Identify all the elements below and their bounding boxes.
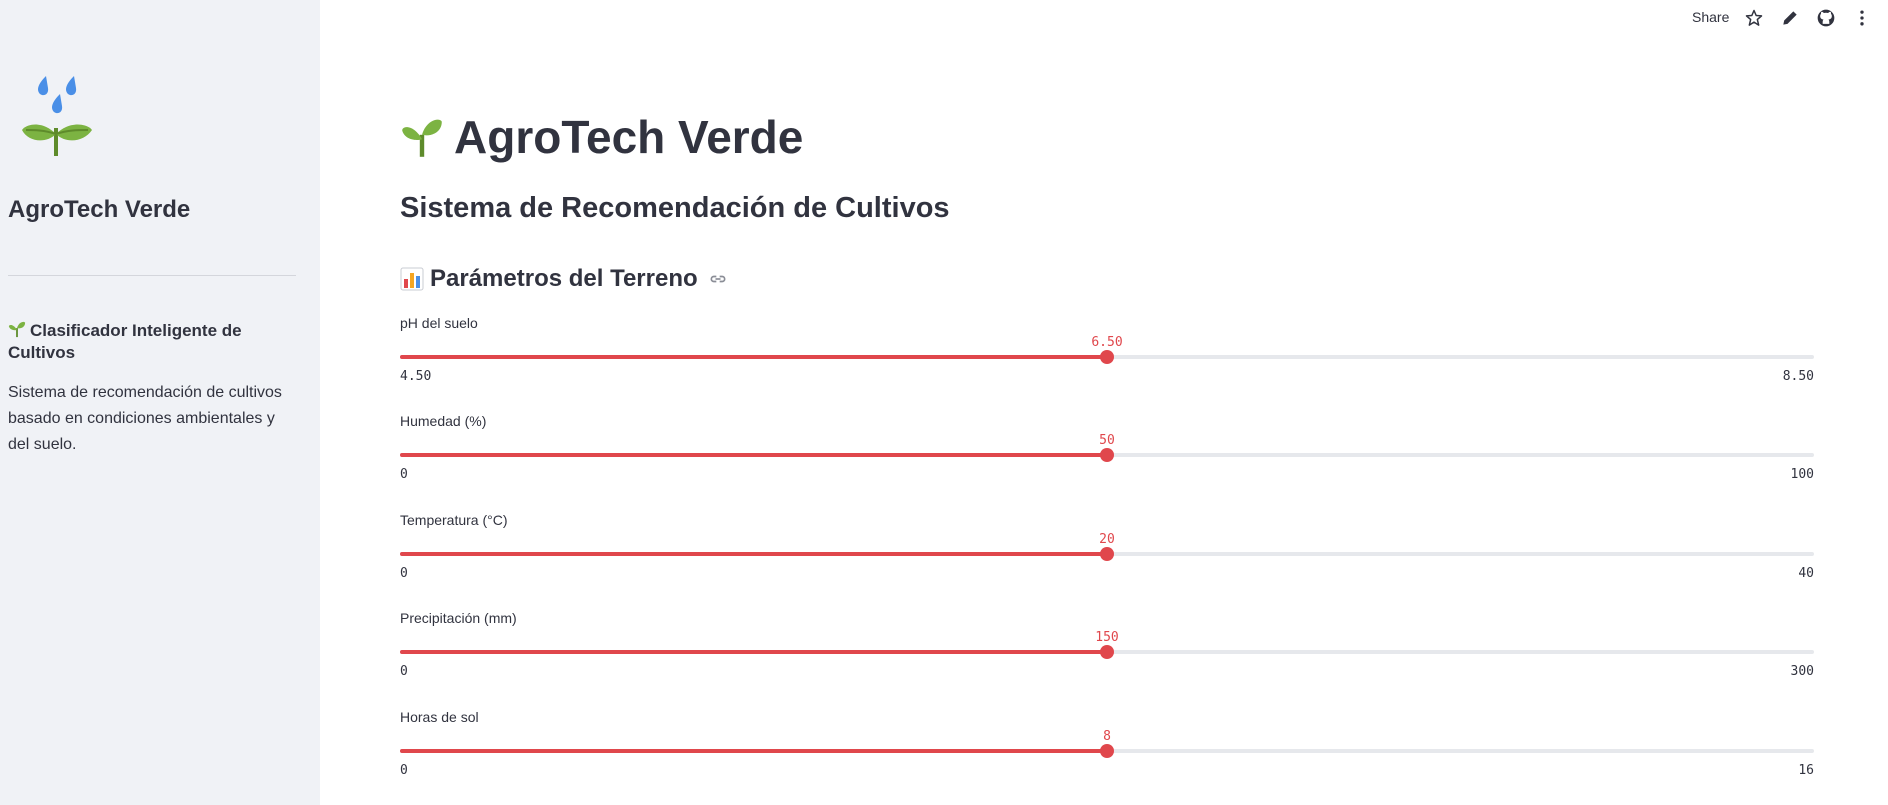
slider-thumb[interactable] bbox=[1100, 645, 1114, 659]
slider-value: 50 bbox=[1099, 433, 1115, 448]
star-icon[interactable] bbox=[1744, 8, 1764, 28]
section-header: Parámetros del Terreno bbox=[400, 265, 728, 293]
link-icon[interactable] bbox=[708, 269, 728, 289]
github-icon[interactable] bbox=[1816, 8, 1836, 28]
seedling-icon bbox=[8, 321, 26, 338]
slider-value: 20 bbox=[1099, 532, 1115, 547]
slider-precipitation: Precipitación (mm) 150 0 300 bbox=[400, 610, 1814, 700]
slider-fill bbox=[400, 453, 1107, 457]
slider-thumb[interactable] bbox=[1100, 448, 1114, 462]
slider-max: 300 bbox=[1790, 664, 1814, 679]
more-vert-icon[interactable] bbox=[1852, 8, 1872, 28]
slider-fill bbox=[400, 355, 1107, 359]
slider-track[interactable] bbox=[400, 744, 1814, 758]
slider-fill bbox=[400, 749, 1107, 753]
slider-ph: pH del suelo 6.50 4.50 8.50 bbox=[400, 315, 1814, 405]
pencil-icon[interactable] bbox=[1780, 8, 1800, 28]
slider-max: 8.50 bbox=[1782, 369, 1814, 384]
slider-label: Temperatura (°C) bbox=[400, 512, 508, 528]
sidebar-divider bbox=[8, 275, 296, 276]
slider-label: Humedad (%) bbox=[400, 413, 487, 429]
slider-track[interactable] bbox=[400, 350, 1814, 364]
slider-min: 0 bbox=[400, 763, 408, 778]
slider-min: 4.50 bbox=[400, 369, 432, 384]
slider-max: 40 bbox=[1798, 566, 1814, 581]
slider-label: Horas de sol bbox=[400, 709, 479, 725]
slider-fill bbox=[400, 552, 1107, 556]
slider-track[interactable] bbox=[400, 448, 1814, 462]
page-title-text: AgroTech Verde bbox=[454, 111, 804, 163]
slider-thumb[interactable] bbox=[1100, 350, 1114, 364]
sidebar-subtitle: Clasificador Inteligente de Cultivos bbox=[8, 320, 278, 364]
sidebar-description: Sistema de recomendación de cultivos bas… bbox=[8, 384, 282, 453]
slider-humidity: Humedad (%) 50 0 100 bbox=[400, 413, 1814, 503]
slider-temperature: Temperatura (°C) 20 0 40 bbox=[400, 512, 1814, 602]
slider-label: pH del suelo bbox=[400, 315, 478, 331]
slider-fill bbox=[400, 650, 1107, 654]
section-title: Parámetros del Terreno bbox=[430, 265, 698, 292]
slider-min: 0 bbox=[400, 566, 408, 581]
slider-max: 100 bbox=[1790, 467, 1814, 482]
slider-track[interactable] bbox=[400, 645, 1814, 659]
page-subtitle: Sistema de Recomendación de Cultivos bbox=[400, 192, 950, 224]
slider-label: Precipitación (mm) bbox=[400, 610, 517, 626]
slider-track[interactable] bbox=[400, 547, 1814, 561]
slider-thumb[interactable] bbox=[1100, 744, 1114, 758]
slider-thumb[interactable] bbox=[1100, 547, 1114, 561]
slider-max: 16 bbox=[1798, 763, 1814, 778]
page-title: AgroTech Verde bbox=[400, 110, 803, 164]
seedling-icon bbox=[402, 119, 442, 157]
share-button[interactable]: Share bbox=[1692, 9, 1729, 25]
slider-value: 8 bbox=[1103, 729, 1111, 744]
plant-rain-logo-icon bbox=[18, 68, 98, 158]
sidebar-title: AgroTech Verde bbox=[8, 196, 191, 223]
sidebar-subtitle-text: Clasificador Inteligente de Cultivos bbox=[8, 321, 242, 362]
bar-chart-icon bbox=[400, 267, 424, 291]
slider-min: 0 bbox=[400, 664, 408, 679]
slider-value: 6.50 bbox=[1091, 335, 1123, 350]
slider-value: 150 bbox=[1095, 630, 1119, 645]
slider-min: 0 bbox=[400, 467, 408, 482]
slider-sun-hours: Horas de sol 8 0 16 bbox=[400, 709, 1814, 799]
sidebar: AgroTech Verde Clasificador Inteligente … bbox=[0, 0, 320, 805]
